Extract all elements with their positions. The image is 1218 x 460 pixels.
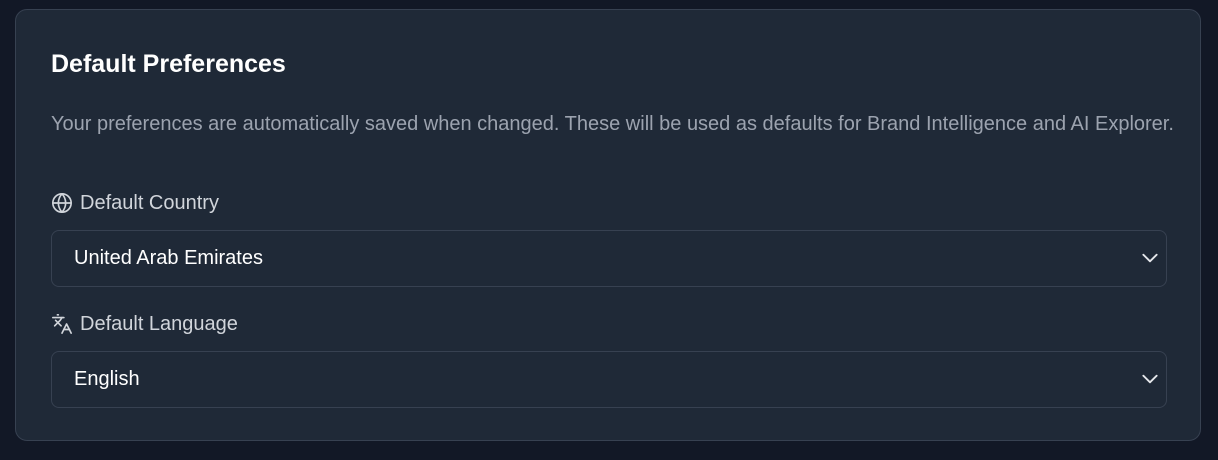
chevron-down-icon [1140, 248, 1160, 268]
chevron-down-icon [1140, 369, 1160, 389]
language-select[interactable]: English [51, 351, 1167, 408]
section-title: Default Preferences [51, 50, 286, 78]
language-label-text: Default Language [80, 313, 238, 335]
country-select-value: United Arab Emirates [74, 247, 263, 269]
translate-icon [51, 313, 73, 335]
section-description: Your preferences are automatically saved… [51, 113, 1174, 135]
globe-icon [51, 192, 73, 214]
preferences-card: Default Preferences Your preferences are… [15, 9, 1201, 441]
country-label: Default Country [51, 191, 219, 215]
language-label: Default Language [51, 312, 238, 336]
country-label-text: Default Country [80, 192, 219, 214]
country-select[interactable]: United Arab Emirates [51, 230, 1167, 287]
language-select-value: English [74, 368, 140, 390]
